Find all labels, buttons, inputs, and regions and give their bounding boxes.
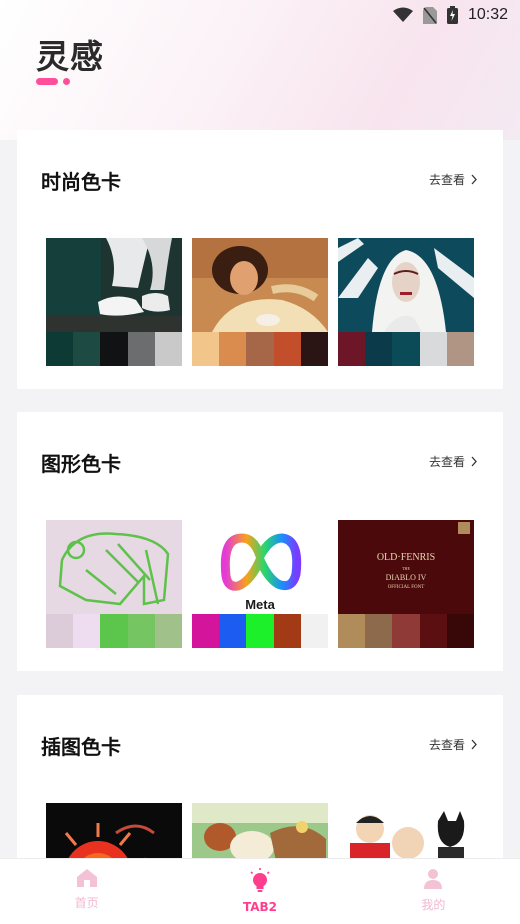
color-swatches bbox=[46, 332, 182, 366]
color-swatch bbox=[154, 332, 182, 366]
color-swatches bbox=[338, 332, 474, 366]
palette-tile[interactable] bbox=[192, 238, 328, 366]
tab-label: TAB2 bbox=[242, 900, 278, 914]
color-swatch bbox=[392, 332, 420, 366]
color-swatch bbox=[300, 332, 328, 366]
color-swatch bbox=[73, 332, 101, 366]
color-swatch bbox=[192, 614, 220, 648]
color-swatch bbox=[273, 332, 301, 366]
bottom-tab-bar: 首页 TAB2 我的 bbox=[0, 858, 520, 924]
section-title: 时尚色卡 bbox=[41, 170, 121, 194]
view-more-label: 去查看 bbox=[428, 738, 465, 752]
palette-tile[interactable] bbox=[46, 520, 182, 648]
view-more-button[interactable]: 去查看 bbox=[429, 171, 477, 188]
wifi-icon bbox=[392, 7, 413, 22]
meta-logo-text: Meta bbox=[245, 597, 275, 612]
color-swatch bbox=[273, 614, 301, 648]
status-bar: 10:32 bbox=[0, 0, 520, 30]
diablo-font-poster: OLD·FENRIS THE DIABLO IV OFFICIAL FONT bbox=[338, 520, 474, 614]
tab-tab2[interactable]: TAB2 bbox=[173, 859, 346, 924]
color-swatch bbox=[365, 614, 393, 648]
person-icon bbox=[424, 869, 443, 889]
poster-line: THE bbox=[402, 566, 410, 571]
color-swatch bbox=[154, 614, 182, 648]
poster-line: OFFICIAL FONT bbox=[388, 585, 425, 590]
view-more-button[interactable]: 去查看 bbox=[429, 453, 477, 470]
palette-tile[interactable] bbox=[46, 238, 182, 366]
line-art-illustration bbox=[46, 520, 182, 614]
tab-mine[interactable]: 我的 bbox=[347, 859, 520, 924]
color-swatch bbox=[300, 614, 328, 648]
chevron-right-icon bbox=[471, 739, 477, 750]
poster-line: OLD·FENRIS bbox=[377, 552, 435, 563]
palette-tile[interactable] bbox=[338, 238, 474, 366]
color-swatches bbox=[338, 614, 474, 648]
color-swatch bbox=[46, 614, 74, 648]
color-swatch bbox=[127, 332, 155, 366]
section-title: 图形色卡 bbox=[41, 452, 121, 476]
color-swatch bbox=[338, 614, 366, 648]
battery-charging-icon bbox=[446, 6, 458, 24]
sneakers-photo bbox=[46, 238, 182, 332]
chevron-right-icon bbox=[471, 174, 477, 185]
color-swatch bbox=[246, 614, 274, 648]
page-title: 灵感 bbox=[36, 37, 104, 76]
color-swatch bbox=[73, 614, 101, 648]
home-icon bbox=[76, 869, 97, 887]
color-swatch bbox=[100, 614, 128, 648]
color-swatch bbox=[392, 614, 420, 648]
status-time: 10:32 bbox=[467, 6, 508, 23]
color-swatch bbox=[46, 332, 74, 366]
color-swatch bbox=[419, 332, 447, 366]
color-swatches bbox=[192, 332, 328, 366]
color-swatch bbox=[219, 614, 247, 648]
chevron-right-icon bbox=[471, 456, 477, 467]
color-swatch bbox=[219, 332, 247, 366]
woman-portrait-photo bbox=[192, 238, 328, 332]
color-swatches bbox=[46, 614, 182, 648]
view-more-label: 去查看 bbox=[428, 455, 465, 469]
title-decoration-pill bbox=[36, 78, 58, 85]
title-decoration-dot bbox=[63, 78, 70, 85]
color-swatch bbox=[365, 332, 393, 366]
color-swatch bbox=[246, 332, 274, 366]
white-hood-fashion-photo bbox=[338, 238, 474, 332]
color-swatch bbox=[338, 332, 366, 366]
section-title: 插图色卡 bbox=[41, 735, 121, 759]
no-sim-icon bbox=[422, 6, 437, 24]
poster-line: DIABLO IV bbox=[386, 573, 427, 582]
meta-logo: Meta bbox=[192, 520, 328, 614]
color-swatch bbox=[127, 614, 155, 648]
color-swatch bbox=[446, 614, 474, 648]
section-card-fashion: 时尚色卡 去查看 bbox=[17, 130, 503, 389]
lightbulb-icon bbox=[250, 868, 270, 892]
tab-label: 首页 bbox=[74, 896, 99, 910]
view-more-label: 去查看 bbox=[428, 173, 465, 187]
section-card-graphic: 图形色卡 去查看 Meta OLD·FENRIS THE DIABLO IV O… bbox=[17, 412, 503, 671]
color-swatch bbox=[100, 332, 128, 366]
view-more-button[interactable]: 去查看 bbox=[429, 736, 477, 753]
color-swatch bbox=[446, 332, 474, 366]
color-swatches bbox=[192, 614, 328, 648]
color-swatch bbox=[419, 614, 447, 648]
palette-tile[interactable]: Meta bbox=[192, 520, 328, 648]
tab-home[interactable]: 首页 bbox=[0, 859, 173, 924]
tab-label: 我的 bbox=[421, 898, 446, 912]
color-swatch bbox=[192, 332, 220, 366]
palette-tile[interactable]: OLD·FENRIS THE DIABLO IV OFFICIAL FONT bbox=[338, 520, 474, 648]
